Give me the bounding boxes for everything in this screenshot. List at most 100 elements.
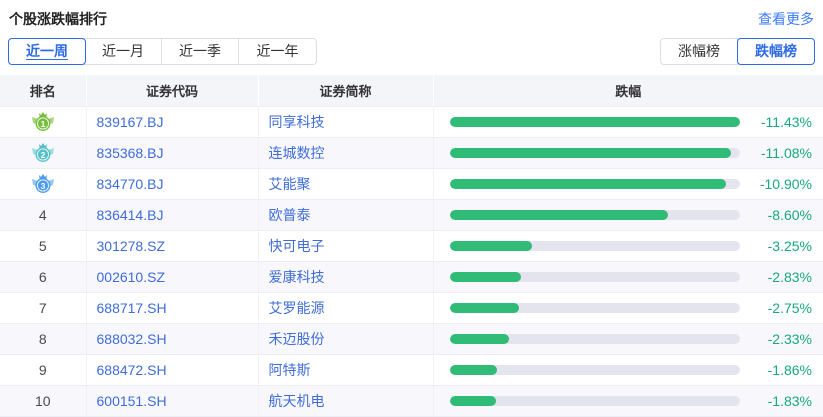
board-tab-1[interactable]: 跌幅榜 (737, 38, 815, 65)
period-tab-1[interactable]: 近一月 (85, 39, 162, 64)
change-bar (450, 303, 520, 313)
stock-name-link[interactable]: 航天机电 (269, 393, 325, 409)
rank-number: 5 (0, 230, 86, 261)
stock-ranking-widget: 个股涨跌幅排行 查看更多 近一周近一月近一季近一年 涨幅榜跌幅榜 排名证券代码证… (0, 0, 823, 413)
stock-name-cell: 航天机电 (258, 385, 433, 416)
stock-code-link[interactable]: 836414.BJ (97, 207, 164, 223)
change-bar (450, 117, 740, 127)
stock-code-link[interactable]: 688472.SH (97, 362, 167, 378)
stock-code-cell: 834770.BJ (86, 168, 258, 199)
stock-code-link[interactable]: 688717.SH (97, 300, 167, 316)
rank-medal-3: 3 (0, 168, 86, 199)
change-bar (450, 365, 497, 375)
change-cell: -2.33% (433, 323, 823, 354)
table-header-row: 排名证券代码证券简称跌幅 (0, 75, 823, 106)
change-bar-track (450, 365, 740, 375)
change-bar-track (450, 396, 740, 406)
rank-number: 4 (0, 199, 86, 230)
svg-text:2: 2 (40, 150, 45, 160)
rank-medal-1: 1 (0, 106, 86, 137)
stock-name-link[interactable]: 艾罗能源 (269, 300, 325, 316)
stock-name-cell: 艾能聚 (258, 168, 433, 199)
stock-code-link[interactable]: 839167.BJ (97, 114, 164, 130)
change-bar-track (450, 241, 740, 251)
change-cell: -11.08% (433, 137, 823, 168)
gold-medal-icon-rank-1: 1 (31, 111, 55, 132)
change-bar-track (450, 148, 740, 158)
column-header-2: 证券简称 (258, 75, 433, 106)
controls-row: 近一周近一月近一季近一年 涨幅榜跌幅榜 (0, 38, 823, 65)
stock-code-link[interactable]: 835368.BJ (97, 145, 164, 161)
board-tab-0[interactable]: 涨幅榜 (661, 39, 738, 64)
change-cell: -11.43% (433, 106, 823, 137)
svg-text:1: 1 (40, 119, 45, 129)
period-tab-3[interactable]: 近一年 (239, 39, 316, 64)
board-tab-group: 涨幅榜跌幅榜 (660, 38, 815, 65)
change-cell: -8.60% (433, 199, 823, 230)
silver-medal-icon-rank-2: 2 (31, 142, 55, 163)
change-cell: -1.83% (433, 385, 823, 416)
change-cell: -1.86% (433, 354, 823, 385)
change-bar (450, 179, 727, 189)
change-value: -11.43% (761, 114, 812, 130)
table-row: 1 839167.BJ 同享科技 -11.43% (0, 106, 823, 137)
column-header-0: 排名 (0, 75, 86, 106)
stock-code-cell: 836414.BJ (86, 199, 258, 230)
period-tab-0[interactable]: 近一周 (8, 38, 86, 65)
change-value: -1.83% (768, 393, 812, 409)
stock-code-link[interactable]: 688032.SH (97, 331, 167, 347)
change-bar-track (450, 334, 740, 344)
change-cell: -3.25% (433, 230, 823, 261)
change-bar (450, 334, 509, 344)
stock-name-link[interactable]: 阿特斯 (269, 362, 311, 378)
stock-name-link[interactable]: 连城数控 (269, 145, 325, 161)
column-header-1: 证券代码 (86, 75, 258, 106)
stock-name-link[interactable]: 艾能聚 (269, 176, 311, 192)
stock-code-cell: 688717.SH (86, 292, 258, 323)
table-row: 10 600151.SH 航天机电 -1.83% (0, 385, 823, 416)
stock-code-cell: 688472.SH (86, 354, 258, 385)
stock-name-cell: 阿特斯 (258, 354, 433, 385)
stock-code-cell: 002610.SZ (86, 261, 258, 292)
stock-name-link[interactable]: 禾迈股份 (269, 331, 325, 347)
change-value: -2.83% (768, 269, 812, 285)
period-tab-2[interactable]: 近一季 (162, 39, 239, 64)
change-bar-track (450, 179, 740, 189)
stock-name-link[interactable]: 同享科技 (269, 114, 325, 130)
change-bar (450, 241, 532, 251)
change-cell: -10.90% (433, 168, 823, 199)
change-bar (450, 210, 668, 220)
change-value: -2.75% (768, 300, 812, 316)
stock-name-cell: 同享科技 (258, 106, 433, 137)
change-value: -8.60% (768, 207, 812, 223)
change-bar-track (450, 210, 740, 220)
change-bar (450, 272, 522, 282)
table-row: 4 836414.BJ 欧普泰 -8.60% (0, 199, 823, 230)
ranking-table: 排名证券代码证券简称跌幅 1 839167.BJ 同享科技 -11.43% 2 83536… (0, 75, 823, 417)
stock-name-link[interactable]: 欧普泰 (269, 207, 311, 223)
stock-code-cell: 301278.SZ (86, 230, 258, 261)
change-value: -10.90% (760, 176, 812, 192)
stock-code-cell: 688032.SH (86, 323, 258, 354)
change-bar (450, 148, 731, 158)
change-bar-track (450, 303, 740, 313)
stock-code-link[interactable]: 600151.SH (97, 393, 167, 409)
stock-name-cell: 连城数控 (258, 137, 433, 168)
table-row: 9 688472.SH 阿特斯 -1.86% (0, 354, 823, 385)
view-more-link[interactable]: 查看更多 (758, 9, 814, 29)
stock-name-link[interactable]: 快可电子 (269, 238, 325, 254)
rank-number: 7 (0, 292, 86, 323)
stock-name-cell: 快可电子 (258, 230, 433, 261)
stock-name-cell: 禾迈股份 (258, 323, 433, 354)
stock-code-link[interactable]: 301278.SZ (97, 238, 166, 254)
change-cell: -2.83% (433, 261, 823, 292)
rank-number: 10 (0, 385, 86, 416)
table-row: 8688032.SH禾迈股份-2.33% (0, 323, 823, 354)
change-value: -2.33% (768, 331, 812, 347)
stock-name-link[interactable]: 爱康科技 (269, 269, 325, 285)
rank-medal-2: 2 (0, 137, 86, 168)
table-row: 2 835368.BJ 连城数控 -11.08% (0, 137, 823, 168)
stock-code-link[interactable]: 002610.SZ (97, 269, 166, 285)
stock-code-link[interactable]: 834770.BJ (97, 176, 164, 192)
rank-number: 9 (0, 354, 86, 385)
